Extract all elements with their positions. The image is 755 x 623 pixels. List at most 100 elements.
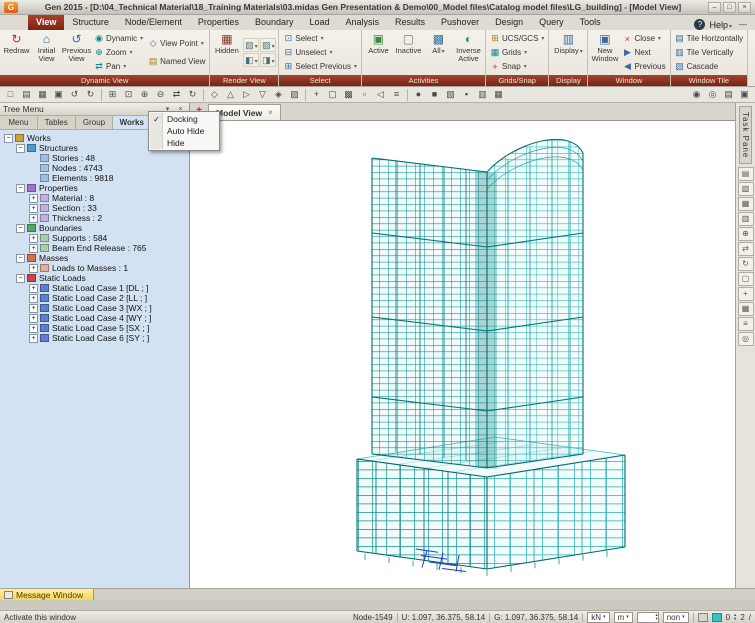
display-option-icon[interactable]: ▥ [475, 88, 490, 102]
previous-view-button[interactable]: ↺ Previous View [62, 31, 91, 74]
save-icon[interactable]: ▦ [35, 88, 50, 102]
options-icon[interactable]: ◎ [738, 332, 754, 346]
front-view-icon[interactable]: ▷ [239, 88, 254, 102]
render-half-icon[interactable]: ◧ [243, 53, 259, 67]
view-color-icon[interactable] [712, 613, 722, 622]
expand-icon[interactable] [29, 214, 38, 223]
redo-icon[interactable]: ↻ [83, 88, 98, 102]
query-node-icon[interactable]: ◉ [689, 88, 704, 102]
menu-item-hide[interactable]: Hide [149, 137, 219, 149]
ribbon-tab-results[interactable]: Results [387, 15, 433, 30]
tree-tab-group[interactable]: Group [76, 116, 114, 129]
active-button[interactable]: ▣ Active [364, 31, 393, 74]
inverse-active-button[interactable]: ◐ Inverse Active [454, 31, 483, 74]
expand-icon[interactable] [29, 324, 38, 333]
tree-item-properties[interactable]: Properties [2, 183, 189, 193]
view-point-button[interactable]: ◇ View Point [146, 37, 207, 50]
tree-tab-tables[interactable]: Tables [38, 116, 76, 129]
pan-tool-icon[interactable]: ⇄ [738, 242, 754, 256]
help-icon[interactable]: ? [694, 19, 705, 30]
hidden-surface-icon[interactable]: ▧ [443, 88, 458, 102]
ribbon-tab-view[interactable]: View [28, 15, 64, 30]
ribbon-tab-properties[interactable]: Properties [190, 15, 247, 30]
expand-icon[interactable] [29, 314, 38, 323]
tree-item-elements[interactable]: Elements : 9818 [2, 173, 189, 183]
cascade-button[interactable]: ▧ Cascade [673, 60, 746, 73]
tile-horizontally-button[interactable]: ▤ Tile Horizontally [673, 32, 746, 45]
named-view-button[interactable]: ▤ Named View [146, 55, 207, 68]
tab-close-icon[interactable]: × [268, 108, 273, 117]
code-select[interactable]: non [663, 612, 689, 623]
ucs-gcs-button[interactable]: ⊞ UCS/GCS [488, 32, 546, 45]
redraw-button[interactable]: ↻ Redraw [2, 31, 31, 74]
menu-item-auto-hide[interactable]: Auto Hide [149, 125, 219, 137]
dynamic-rotate-icon[interactable]: ↻ [185, 88, 200, 102]
ribbon-tab-structure[interactable]: Structure [64, 15, 117, 30]
iso-view-icon[interactable]: ◇ [207, 88, 222, 102]
tree-item-thickness[interactable]: Thickness : 2 [2, 213, 189, 223]
grid-tool-icon[interactable]: ▦ [738, 302, 754, 316]
tree-item-load-case-3[interactable]: Static Load Case 3 [WX ; ] [2, 303, 189, 313]
tree-item-material[interactable]: Material : 8 [2, 193, 189, 203]
ribbon-tab-load[interactable]: Load [301, 15, 337, 30]
expand-icon[interactable] [29, 294, 38, 303]
unselect-all-icon[interactable]: ▫ [357, 88, 372, 102]
select-button[interactable]: ⊡ Select [281, 32, 359, 45]
expand-icon[interactable] [29, 204, 38, 213]
render-view-icon[interactable]: ▨ [287, 88, 302, 102]
tree-item-load-case-1[interactable]: Static Load Case 1 [DL ; ] [2, 283, 189, 293]
tree-item-load-case-2[interactable]: Static Load Case 2 [LL ; ] [2, 293, 189, 303]
select-tool-icon[interactable]: ▢ [738, 272, 754, 286]
new-window-button[interactable]: ▣ New Window [590, 31, 619, 74]
maximize-icon[interactable]: □ [723, 2, 736, 13]
ribbon-tab-pushover[interactable]: Pushover [433, 15, 487, 30]
render-solid-icon[interactable]: ◨ [260, 53, 276, 67]
select-previous-icon[interactable]: ◁ [373, 88, 388, 102]
render-shade-icon[interactable]: ▨ [260, 38, 276, 52]
perspective-icon[interactable]: ◈ [271, 88, 286, 102]
tree-item-loads-to-masses[interactable]: Loads to Masses : 1 [2, 263, 189, 273]
next-window-button[interactable]: ▶ Next [620, 46, 667, 59]
message-window-tab[interactable]: Message Window [0, 589, 94, 600]
tree-item-load-case-5[interactable]: Static Load Case 5 [SX ; ] [2, 323, 189, 333]
tree-item-section[interactable]: Section : 33 [2, 203, 189, 213]
guide-icon[interactable]: ▤ [721, 88, 736, 102]
tree-item-nodes[interactable]: Nodes : 4743 [2, 163, 189, 173]
unselect-button[interactable]: ⊟ Unselect [281, 46, 359, 59]
rotate-tool-icon[interactable]: ↻ [738, 257, 754, 271]
works-panel-icon[interactable]: ▦ [738, 197, 754, 211]
zoom-window-icon[interactable]: ⊡ [121, 88, 136, 102]
pan-icon[interactable]: ⇄ [169, 88, 184, 102]
select-plane-icon[interactable]: ≡ [389, 88, 404, 102]
tree-item-static-loads[interactable]: Static Loads [2, 273, 189, 283]
tree-item-load-case-4[interactable]: Static Load Case 4 [WY ; ] [2, 313, 189, 323]
collapse-icon[interactable] [16, 254, 25, 263]
spinner-arrows-icon[interactable] [655, 613, 657, 621]
ribbon-tab-analysis[interactable]: Analysis [338, 15, 388, 30]
previous-window-button[interactable]: ◀ Previous [620, 60, 667, 73]
render-wireframe-icon[interactable]: ▧ [243, 38, 259, 52]
help-menu[interactable]: Help [709, 20, 732, 30]
num-stepper-icon[interactable] [734, 613, 736, 621]
undo-icon[interactable]: ↺ [67, 88, 82, 102]
expand-icon[interactable] [29, 194, 38, 203]
menu-item-docking[interactable]: ✓ Docking [149, 113, 219, 125]
tree-tab-menu[interactable]: Menu [0, 116, 38, 129]
collapse-icon[interactable] [16, 224, 25, 233]
dynamic-button[interactable]: ◉ Dynamic [92, 32, 145, 45]
select-single-icon[interactable]: + [309, 88, 324, 102]
expand-icon[interactable] [29, 264, 38, 273]
tables-panel-icon[interactable]: ▤ [738, 167, 754, 181]
shrink-element-icon[interactable]: ▪ [459, 88, 474, 102]
select-all-icon[interactable]: ▩ [341, 88, 356, 102]
layers-icon[interactable]: ≡ [738, 317, 754, 331]
tree-item-beam-end-release[interactable]: Beam End Release : 765 [2, 243, 189, 253]
print-icon[interactable]: ▣ [51, 88, 66, 102]
expand-icon[interactable] [29, 284, 38, 293]
all-button[interactable]: ▩ All [424, 31, 453, 74]
collapse-icon[interactable] [16, 274, 25, 283]
decimal-spinner[interactable] [637, 612, 659, 623]
tree-item-boundaries[interactable]: Boundaries [2, 223, 189, 233]
display-button[interactable]: ▥ Display [551, 31, 585, 74]
element-number-icon[interactable]: ■ [427, 88, 442, 102]
